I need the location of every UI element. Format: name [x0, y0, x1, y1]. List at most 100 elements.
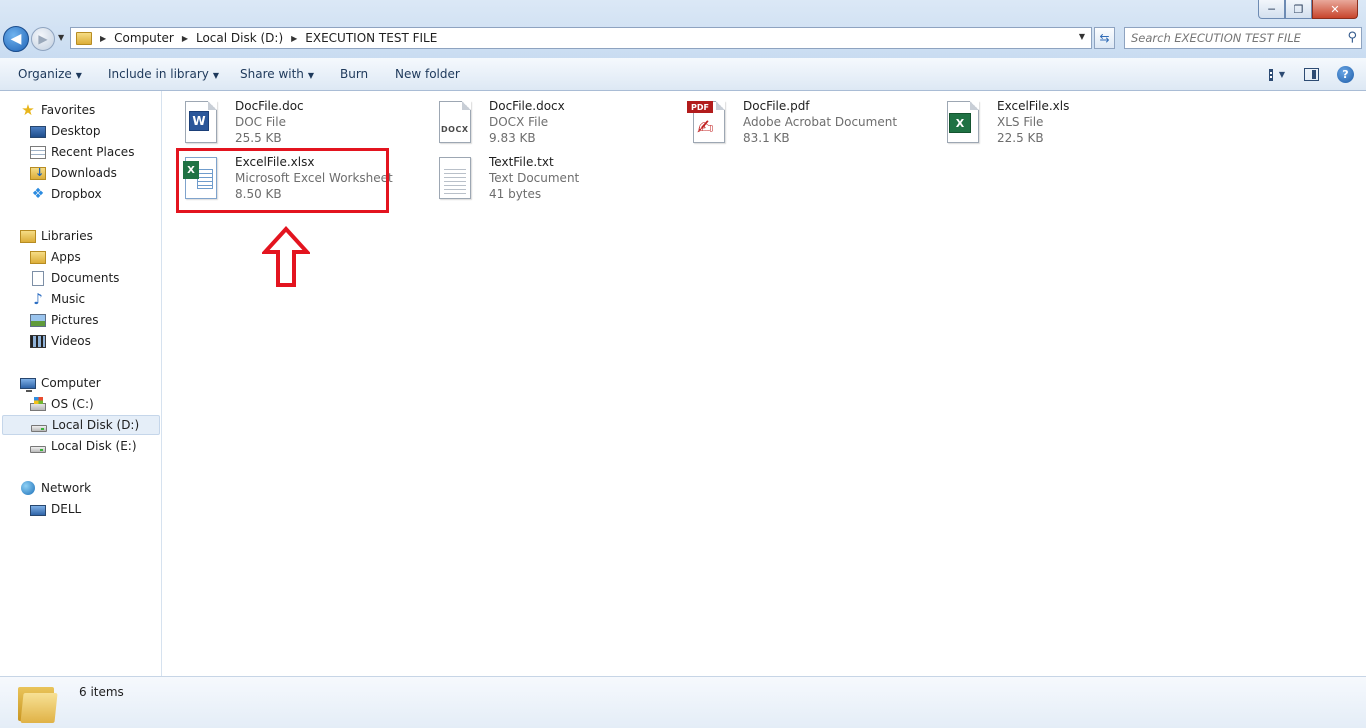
pdf-icon: PDF ✍	[685, 99, 733, 147]
maximize-button[interactable]: ❐	[1285, 0, 1312, 19]
network-computer-icon	[30, 504, 46, 516]
videos-icon	[30, 334, 46, 348]
recent-pages-dropdown[interactable]: ▼	[58, 33, 64, 42]
music-icon: ♪	[33, 290, 43, 308]
search-icon[interactable]: ⚲	[1347, 30, 1357, 45]
nav-item-desktop[interactable]: Desktop	[30, 121, 101, 141]
organize-label: Organize	[18, 67, 72, 81]
windows-drive-icon	[30, 396, 46, 411]
address-bar[interactable]: ▶ Computer ▶ Local Disk (D:) ▶ EXECUTION…	[70, 27, 1092, 49]
nav-item-music[interactable]: ♪ Music	[30, 289, 85, 309]
include-in-library-menu[interactable]: Include in library ▼	[108, 67, 219, 81]
file-name: DocFile.docx	[489, 99, 565, 113]
file-name: DocFile.doc	[235, 99, 304, 113]
file-type: DOC File	[235, 115, 286, 129]
excel-xls-icon: X	[939, 99, 987, 147]
search-input[interactable]	[1125, 28, 1335, 48]
nav-item-dropbox[interactable]: ❖ Dropbox	[30, 184, 102, 204]
chevron-down-icon: ▼	[212, 71, 220, 80]
refresh-icon: ⇆	[1099, 31, 1110, 45]
change-view-button[interactable]: ▼	[1269, 67, 1285, 83]
nav-item-local-disk-e[interactable]: Local Disk (E:)	[30, 436, 137, 456]
minimize-button[interactable]: ─	[1258, 0, 1285, 19]
views-icon	[1269, 68, 1273, 81]
file-type: Adobe Acrobat Document	[743, 115, 898, 129]
nav-item-label: Dropbox	[51, 187, 102, 201]
pdf-icon-label: PDF	[687, 101, 713, 113]
chevron-down-icon: ▼	[1278, 70, 1285, 79]
folder-icon	[18, 683, 58, 723]
nav-item-label: Recent Places	[51, 145, 135, 159]
dropbox-icon: ❖	[31, 186, 45, 202]
nav-network[interactable]: Network	[20, 478, 91, 498]
breadcrumb-current-folder[interactable]: EXECUTION TEST FILE	[305, 31, 437, 45]
file-tile-textfile-txt[interactable]: TextFile.txt Text Document 41 bytes	[431, 155, 661, 209]
preview-pane-button[interactable]	[1303, 67, 1319, 83]
nav-item-os-c[interactable]: OS (C:)	[30, 394, 94, 414]
help-button[interactable]: ?	[1337, 66, 1354, 83]
nav-item-apps[interactable]: Apps	[30, 247, 81, 267]
preview-pane-icon	[1303, 68, 1319, 81]
help-icon: ?	[1342, 68, 1349, 81]
chevron-right-icon[interactable]: ▶	[182, 34, 188, 43]
star-icon: ★	[21, 101, 35, 119]
window-controls: ─ ❐ ✕	[1258, 0, 1358, 19]
nav-network-label: Network	[41, 481, 92, 495]
share-with-menu[interactable]: Share with ▼	[240, 67, 314, 81]
recent-places-icon	[30, 145, 46, 159]
nav-item-documents[interactable]: Documents	[30, 268, 119, 288]
nav-item-label: DELL	[51, 502, 82, 516]
include-in-library-label: Include in library	[108, 67, 209, 81]
breadcrumb-computer[interactable]: Computer	[114, 31, 174, 45]
forward-button[interactable]: ▶	[31, 27, 55, 51]
nav-computer[interactable]: Computer	[20, 373, 101, 393]
text-file-icon	[431, 155, 479, 203]
command-bar: Organize ▼ Include in library ▼ Share with…	[0, 58, 1366, 91]
hard-drive-icon	[31, 424, 47, 432]
nav-item-dell[interactable]: DELL	[30, 499, 81, 519]
word-doc-icon: W	[177, 99, 225, 147]
back-button[interactable]: ◀	[3, 26, 29, 52]
nav-libraries[interactable]: Libraries	[20, 226, 93, 246]
close-button[interactable]: ✕	[1312, 0, 1358, 19]
search-box[interactable]: ⚲	[1124, 27, 1362, 49]
nav-item-videos[interactable]: Videos	[30, 331, 91, 351]
file-name: ExcelFile.xls	[997, 99, 1070, 113]
docx-icon-label: DOCX	[441, 125, 469, 134]
chevron-down-icon: ▼	[75, 71, 82, 80]
chevron-down-icon: ▼	[307, 71, 315, 80]
chevron-right-icon[interactable]: ▶	[291, 34, 297, 43]
burn-button[interactable]: Burn	[340, 67, 368, 81]
share-with-label: Share with	[240, 67, 304, 81]
organize-menu[interactable]: Organize ▼	[18, 67, 82, 81]
downloads-icon	[30, 166, 46, 180]
libraries-icon	[20, 229, 36, 243]
nav-item-pictures[interactable]: Pictures	[30, 310, 99, 330]
file-tile-docfile-docx[interactable]: DOCX DocFile.docx DOCX File 9.83 KB	[431, 99, 661, 153]
nav-item-local-disk-d[interactable]: Local Disk (D:)	[2, 415, 160, 435]
hard-drive-icon	[30, 445, 46, 453]
item-count: 6 items	[79, 685, 124, 699]
breadcrumb-local-disk-d[interactable]: Local Disk (D:)	[196, 31, 283, 45]
details-pane: 6 items	[0, 676, 1366, 728]
navigation-pane: ★ Favorites Desktop Recent Places Downlo…	[0, 91, 162, 676]
file-tile-docfile-pdf[interactable]: PDF ✍ DocFile.pdf Adobe Acrobat Document…	[685, 99, 915, 153]
nav-item-recent-places[interactable]: Recent Places	[30, 142, 134, 162]
new-folder-button[interactable]: New folder	[395, 67, 460, 81]
nav-item-label: Local Disk (E:)	[51, 439, 137, 453]
file-name: DocFile.pdf	[743, 99, 810, 113]
file-tile-excelfile-xls[interactable]: X ExcelFile.xls XLS File 22.5 KB	[939, 99, 1169, 153]
up-arrow-annotation-icon	[262, 226, 310, 287]
refresh-button[interactable]: ⇆	[1094, 27, 1115, 49]
nav-item-downloads[interactable]: Downloads	[30, 163, 117, 183]
file-type: DOCX File	[489, 115, 549, 129]
chevron-right-icon[interactable]: ▶	[100, 34, 106, 43]
nav-favorites[interactable]: ★ Favorites	[20, 100, 95, 120]
address-dropdown-icon[interactable]: ▼	[1079, 32, 1085, 41]
nav-item-label: Music	[51, 292, 86, 306]
computer-icon	[20, 378, 36, 392]
nav-item-label: Apps	[51, 250, 81, 264]
file-tile-docfile-doc[interactable]: W DocFile.doc DOC File 25.5 KB	[177, 99, 407, 153]
file-size: 25.5 KB	[235, 131, 282, 145]
nav-item-label: Downloads	[51, 166, 117, 180]
